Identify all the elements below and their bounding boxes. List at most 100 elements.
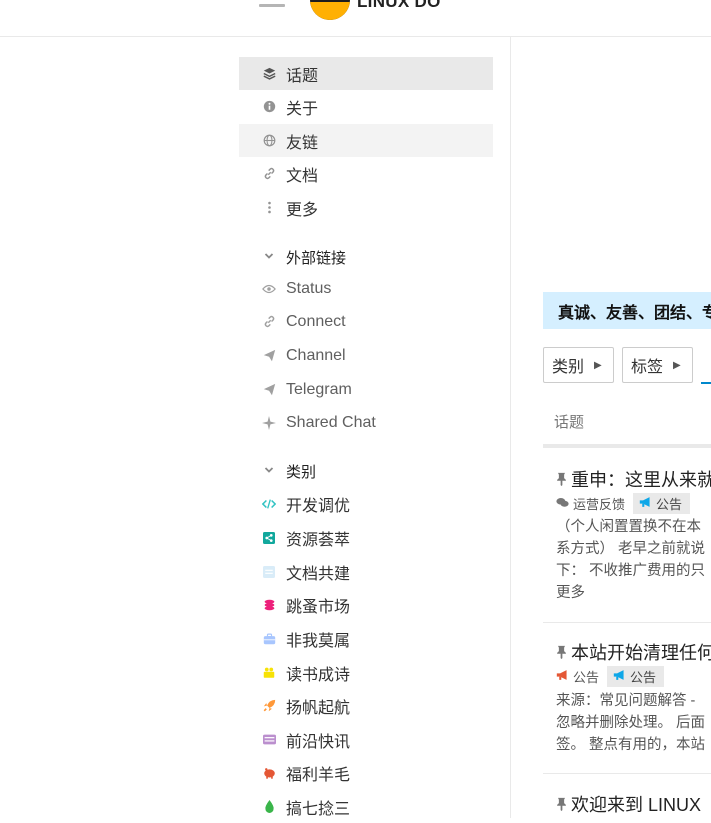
book-icon [262,666,276,680]
sidebar-item-label: 资源荟萃 [286,531,351,549]
globe-icon [262,134,276,148]
droplet-icon [262,800,276,814]
sidebar-category-dev[interactable]: 开发调优 [239,487,493,520]
sidebar-item-label: 文档 [286,167,319,185]
sidebar-item-more[interactable]: 更多 [239,191,493,224]
topic-title: 欢迎来到 LINUX [571,795,702,815]
piggy-bank-icon [262,766,276,780]
layers-icon [262,67,276,81]
paper-plane-icon [262,383,276,397]
topic-row: 本站开始清理任何 公告 公告 来源：常见问题解答 - 忽略并删除处理。 后面 签… [543,633,711,773]
topic-title-link[interactable]: 本站开始清理任何 [556,639,711,665]
sidebar-item-label: 友链 [286,134,319,152]
sparkle-icon [262,415,276,430]
tag-filter-dropdown[interactable]: 标签 ▶ [622,347,693,383]
header-divider [543,444,711,448]
topic-title-link[interactable]: 重申：这里从来就 [556,466,711,492]
sidebar-item-label: Connect [286,312,346,330]
sidebar-item-about[interactable]: 关于 [239,90,493,123]
tag-filter-label: 标签 [631,359,664,376]
sidebar-item-status[interactable]: Status [239,272,493,305]
read-more-link[interactable]: 更多 [556,582,711,604]
topic-tag[interactable]: 公告 [633,493,691,514]
sidebar-item-docs[interactable]: 文档 [239,157,493,190]
sidebar-item-telegram[interactable]: Telegram [239,373,493,406]
sidebar-item-label: Shared Chat [286,413,376,431]
active-tab-underline [701,382,711,384]
sidebar-item-label: 前沿快讯 [286,733,351,751]
sidebar-item-label: Telegram [286,380,352,398]
pin-icon [556,645,567,662]
topic-meta: 公告 公告 [556,666,665,687]
megaphone-icon [556,669,569,684]
section-title: 外部链接 [286,249,347,267]
comments-icon [556,497,569,511]
sidebar-category-resources[interactable]: 资源荟萃 [239,521,493,554]
topic-tag-label: 公告 [630,670,657,685]
sidebar-category-reading[interactable]: 读书成诗 [239,656,493,689]
topic-title: 重申：这里从来就 [571,470,711,490]
banner-text: 真诚、友善、团结、专 [558,304,711,322]
chevron-down-icon [262,251,276,264]
hamburger-menu-icon[interactable] [259,0,285,14]
briefcase-icon [262,632,276,646]
megaphone-icon [613,669,626,684]
sidebar-category-docs[interactable]: 文档共建 [239,555,493,588]
paper-plane-icon [262,349,276,363]
topic-column-header[interactable]: 话题 [554,411,584,432]
sidebar-item-channel[interactable]: Channel [239,339,493,372]
sidebar-category-jobs[interactable]: 非我莫属 [239,622,493,655]
sidebar-category-misc[interactable]: 搞七捻三 [239,790,493,823]
coins-icon [262,598,276,612]
excerpt-line: 签。 整点有用的，本站 [556,737,706,753]
topic-tag[interactable]: 公告 [607,666,665,687]
site-logo[interactable] [310,0,350,20]
sidebar-category-sailing[interactable]: 扬帆起航 [239,689,493,722]
sidebar-item-friend-links[interactable]: 友链 [239,124,493,157]
pin-icon [556,797,567,814]
topic-row: 欢迎来到 LINUX [543,784,711,818]
caret-right-icon: ▶ [594,359,602,371]
section-header-external-links[interactable]: 外部链接 [239,244,493,270]
topic-title: 本站开始清理任何 [571,643,711,663]
row-divider [543,773,711,774]
excerpt-line: 系方式） 老早之前就说 [556,541,706,557]
excerpt-line: 来源：常见问题解答 - [556,693,696,709]
sidebar-item-topics[interactable]: 话题 [239,57,493,90]
pin-icon [556,472,567,489]
excerpt-line: 下： 不收推广费用的只 [556,563,706,579]
sidebar-item-connect[interactable]: Connect [239,305,493,338]
sidebar-item-label: 话题 [286,67,319,85]
sidebar-item-label: Channel [286,346,346,364]
rocket-icon [262,699,276,713]
share-icon [262,531,276,545]
megaphone-icon [639,496,652,511]
topic-tag-label: 公告 [656,497,683,512]
link-icon [262,315,276,329]
caret-right-icon: ▶ [673,359,681,371]
sidebar-divider [510,36,511,818]
section-header-categories[interactable]: 类别 [239,458,493,484]
sidebar-item-shared-chat[interactable]: Shared Chat [239,406,493,439]
sidebar-category-deals[interactable]: 福利羊毛 [239,756,493,789]
eye-icon [262,282,276,296]
topic-category[interactable]: 运营反馈 [556,494,625,513]
sidebar-category-news[interactable]: 前沿快讯 [239,723,493,756]
topic-title-link[interactable]: 欢迎来到 LINUX [556,791,701,817]
category-filter-label: 类别 [552,359,585,376]
category-filter-dropdown[interactable]: 类别 ▶ [543,347,614,383]
sidebar-item-label: Status [286,279,332,297]
site-title[interactable]: LINUX DO [357,0,441,12]
sidebar-item-label: 跳蚤市场 [286,598,351,616]
section-title: 类别 [286,463,317,481]
sidebar-category-flea-market[interactable]: 跳蚤市场 [239,588,493,621]
row-divider [543,622,711,623]
sidebar-item-label: 搞七捻三 [286,800,351,818]
excerpt-line: 忽略并删除处理。 后面 [556,715,706,731]
sidebar-item-label: 扬帆起航 [286,699,351,717]
code-icon [262,497,276,511]
sidebar-item-label: 更多 [286,201,319,219]
link-icon [262,167,276,181]
sidebar-item-label: 开发调优 [286,497,351,515]
topic-category[interactable]: 公告 [556,667,599,686]
